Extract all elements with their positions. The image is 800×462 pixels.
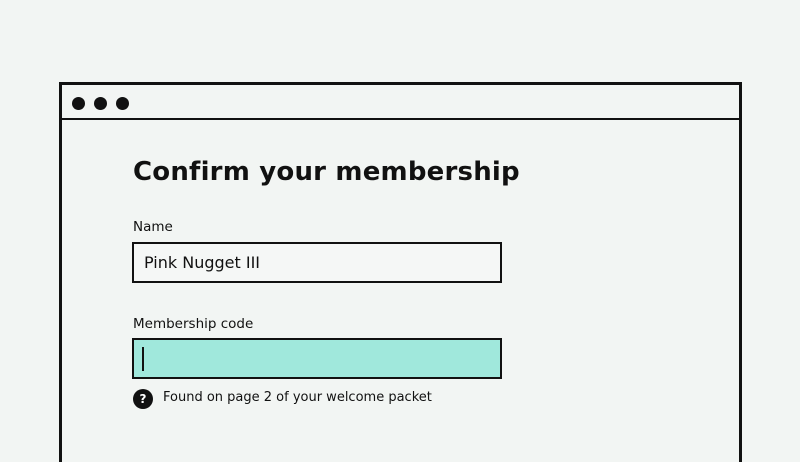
membership-code-label: Membership code	[133, 316, 254, 332]
membership-code-field[interactable]	[132, 338, 502, 379]
window-dot-icon	[72, 97, 85, 110]
browser-window: Confirm your membership Name Membership …	[59, 82, 742, 462]
text-cursor	[142, 347, 144, 371]
window-dot-icon	[94, 97, 107, 110]
window-dot-icon	[116, 97, 129, 110]
question-mark-icon[interactable]: ?	[133, 389, 153, 409]
window-titlebar	[62, 85, 739, 120]
help-text: Found on page 2 of your welcome packet	[163, 390, 432, 405]
name-label: Name	[133, 219, 173, 235]
page-title: Confirm your membership	[133, 157, 520, 187]
name-field[interactable]	[132, 242, 502, 283]
